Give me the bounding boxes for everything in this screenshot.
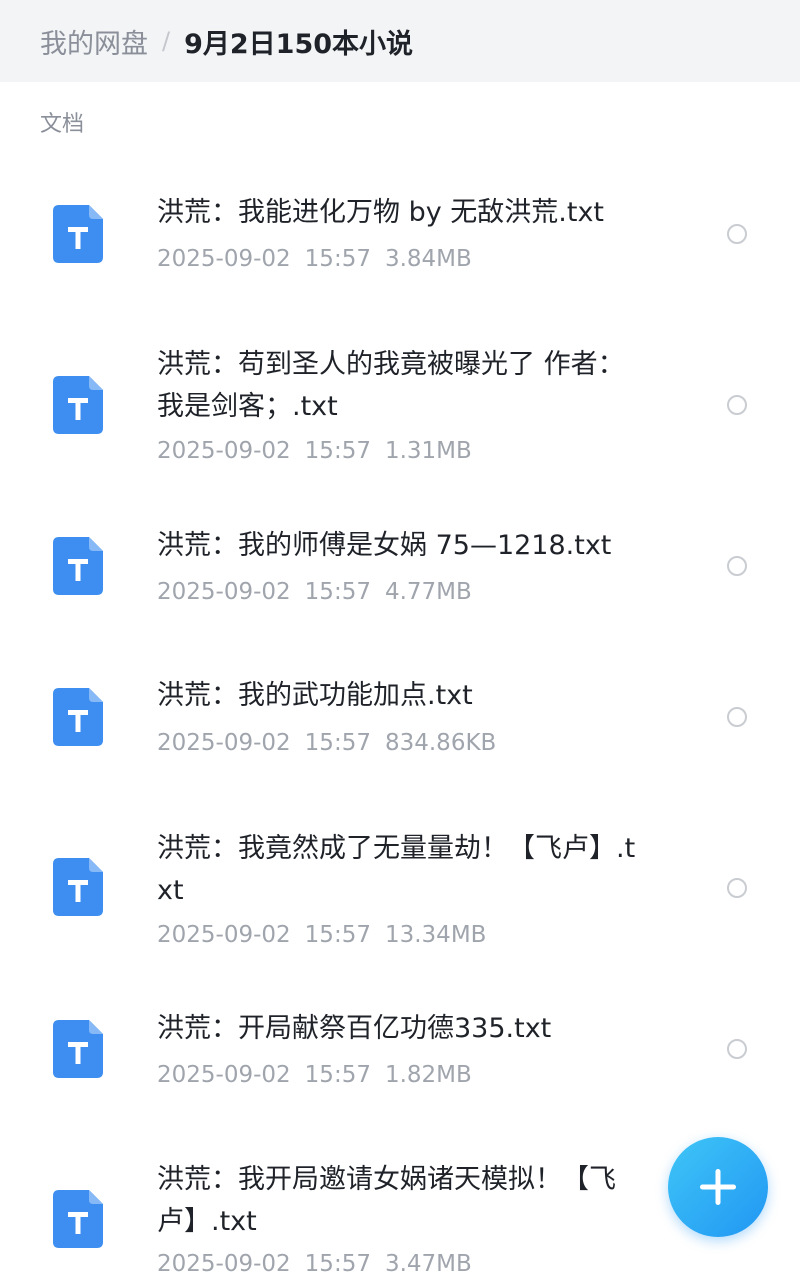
select-radio[interactable] bbox=[727, 556, 747, 576]
section-label-documents: 文档 bbox=[40, 112, 85, 137]
file-time: 15:57 bbox=[304, 730, 371, 756]
select-radio[interactable] bbox=[727, 878, 747, 898]
file-row[interactable]: 洪荒：苟到圣人的我竟被曝光了 作者：我是剑客；.txt 2025-09-02 15… bbox=[0, 310, 800, 490]
file-meta: 2025-09-02 15:57 834.86KB bbox=[157, 730, 496, 756]
file-time: 15:57 bbox=[304, 438, 371, 464]
txt-file-icon bbox=[53, 1020, 103, 1078]
file-name: 洪荒：开局献祭百亿功德335.txt bbox=[157, 1013, 552, 1044]
file-time: 15:57 bbox=[304, 1251, 371, 1277]
file-size: 13.34MB bbox=[384, 922, 487, 948]
file-meta: 2025-09-02 15:57 4.77MB bbox=[157, 579, 472, 605]
file-date: 2025-09-02 bbox=[157, 579, 291, 605]
txt-file-icon bbox=[53, 858, 103, 916]
file-size: 3.47MB bbox=[384, 1251, 472, 1277]
txt-file-icon bbox=[53, 376, 103, 434]
file-meta: 2025-09-02 15:57 1.31MB bbox=[157, 438, 472, 464]
file-date: 2025-09-02 bbox=[157, 1251, 291, 1277]
file-size: 1.82MB bbox=[384, 1062, 472, 1088]
add-button[interactable] bbox=[668, 1137, 768, 1237]
txt-file-icon bbox=[53, 1190, 103, 1248]
file-date: 2025-09-02 bbox=[157, 730, 291, 756]
breadcrumb-current-folder: 9月2日150本小说 bbox=[184, 28, 414, 60]
file-size: 4.77MB bbox=[384, 579, 472, 605]
plus-icon bbox=[700, 1169, 736, 1205]
file-meta: 2025-09-02 15:57 3.84MB bbox=[157, 246, 472, 272]
file-time: 15:57 bbox=[304, 246, 371, 272]
file-name: 洪荒：我的武功能加点.txt bbox=[157, 680, 473, 711]
txt-file-icon bbox=[53, 537, 103, 595]
file-size: 834.86KB bbox=[384, 730, 497, 756]
file-meta: 2025-09-02 15:57 1.82MB bbox=[157, 1062, 472, 1088]
breadcrumb-root[interactable]: 我的网盘 bbox=[40, 22, 148, 61]
file-date: 2025-09-02 bbox=[157, 922, 291, 948]
file-row[interactable]: 洪荒：我能进化万物 by 无敌洪荒.txt 2025-09-02 15:57 3.8… bbox=[0, 150, 800, 310]
file-meta: 2025-09-02 15:57 13.34MB bbox=[157, 922, 486, 948]
select-radio[interactable] bbox=[727, 224, 747, 244]
file-name: 洪荒：苟到圣人的我竟被曝光了 作者：我是剑客；.txt bbox=[157, 349, 625, 422]
file-date: 2025-09-02 bbox=[157, 438, 291, 464]
file-time: 15:57 bbox=[304, 579, 371, 605]
file-size: 3.84MB bbox=[384, 246, 472, 272]
txt-file-icon bbox=[53, 205, 103, 263]
file-name: 洪荒：我能进化万物 by 无敌洪荒.txt bbox=[157, 197, 605, 228]
select-radio[interactable] bbox=[727, 395, 747, 415]
file-size: 1.31MB bbox=[384, 438, 472, 464]
file-name: 洪荒：我开局邀请女娲诸天模拟！【飞卢】.txt bbox=[157, 1164, 616, 1237]
file-name: 洪荒：我竟然成了无量量劫！【飞卢】.txt bbox=[157, 833, 636, 906]
file-time: 15:57 bbox=[304, 922, 371, 948]
select-radio[interactable] bbox=[727, 1039, 747, 1059]
file-row[interactable]: 洪荒：我竟然成了无量量劫！【飞卢】.txt 2025-09-02 15:57 13.… bbox=[0, 790, 800, 970]
file-row[interactable]: 洪荒：我的师傅是女娲 75—1218.txt 2025-09-02 15:57 4.… bbox=[0, 490, 800, 640]
select-radio[interactable] bbox=[727, 707, 747, 727]
file-date: 2025-09-02 bbox=[157, 1062, 291, 1088]
file-date: 2025-09-02 bbox=[157, 246, 291, 272]
file-row[interactable]: 洪荒：开局献祭百亿功德335.txt 2025-09-02 15:57 1.82MB bbox=[0, 970, 800, 1120]
breadcrumb: 我的网盘 / 9月2日150本小说 bbox=[0, 0, 800, 82]
file-time: 15:57 bbox=[304, 1062, 371, 1088]
txt-file-icon bbox=[53, 688, 103, 746]
file-name: 洪荒：我的师傅是女娲 75—1218.txt bbox=[157, 530, 612, 561]
file-row[interactable]: 洪荒：我的武功能加点.txt 2025-09-02 15:57 834.86KB bbox=[0, 640, 800, 790]
breadcrumb-separator: / bbox=[162, 27, 171, 55]
file-meta: 2025-09-02 15:57 3.47MB bbox=[157, 1251, 472, 1277]
